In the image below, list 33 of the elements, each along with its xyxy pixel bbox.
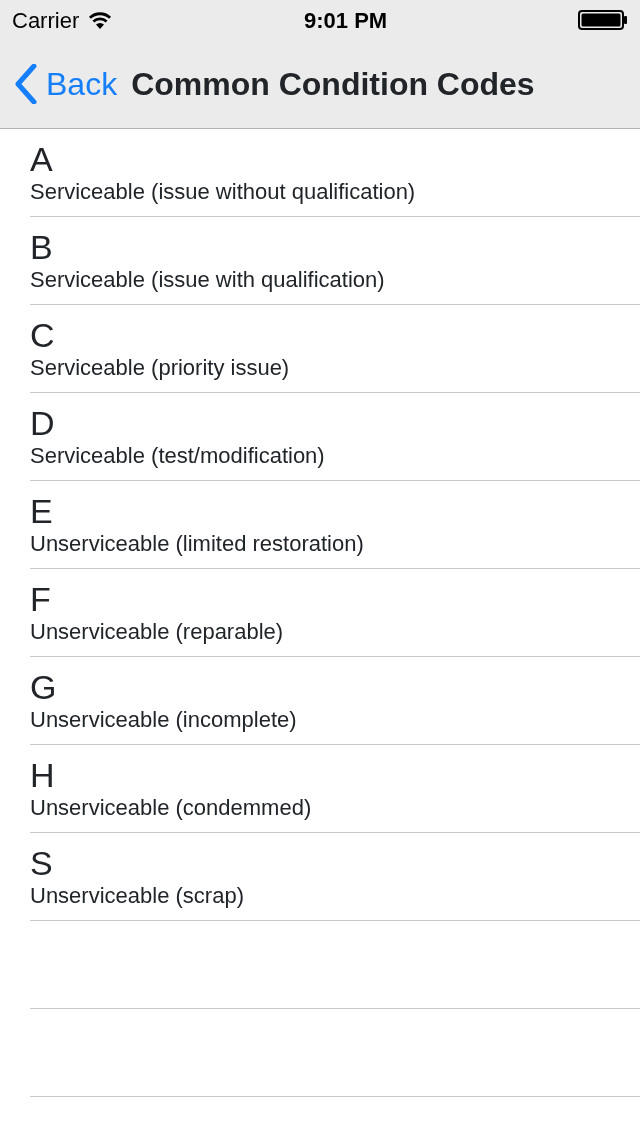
list-row[interactable]: D Serviceable (test/modification) bbox=[30, 393, 640, 481]
list-row[interactable]: C Serviceable (priority issue) bbox=[30, 305, 640, 393]
chevron-left-icon bbox=[14, 64, 38, 104]
condition-code: D bbox=[30, 403, 56, 442]
condition-description: Unserviceable (condemmed) bbox=[30, 793, 313, 822]
list-row[interactable]: F Unserviceable (reparable) bbox=[30, 569, 640, 657]
condition-code: A bbox=[30, 139, 54, 178]
condition-code: F bbox=[30, 579, 52, 618]
list-row[interactable]: G Unserviceable (incomplete) bbox=[30, 657, 640, 745]
battery-icon bbox=[578, 10, 628, 30]
condition-description: Unserviceable (scrap) bbox=[30, 881, 245, 910]
condition-description: Serviceable (test/modification) bbox=[30, 441, 326, 470]
list-row[interactable]: B Serviceable (issue with qualification) bbox=[30, 217, 640, 305]
wifi-icon bbox=[87, 10, 114, 30]
condition-description: Unserviceable (incomplete) bbox=[30, 705, 298, 734]
list-row[interactable]: S Unserviceable (scrap) bbox=[30, 833, 640, 921]
list-row[interactable]: H Unserviceable (condemmed) bbox=[30, 745, 640, 833]
condition-code: S bbox=[30, 843, 54, 882]
condition-code: H bbox=[30, 755, 56, 794]
condition-description: Unserviceable (reparable) bbox=[30, 617, 285, 646]
clock-time: 9:01 PM bbox=[304, 6, 388, 35]
list-row[interactable]: A Serviceable (issue without qualification) bbox=[30, 129, 640, 217]
condition-code: C bbox=[30, 315, 56, 354]
condition-code: B bbox=[30, 227, 54, 266]
condition-description: Unserviceable (limited restoration) bbox=[30, 529, 365, 558]
carrier-name: Carrier bbox=[12, 6, 80, 35]
condition-description: Serviceable (issue without qualification) bbox=[30, 177, 417, 206]
list-row[interactable]: E Unserviceable (limited restoration) bbox=[30, 481, 640, 569]
condition-description: Serviceable (priority issue) bbox=[30, 353, 291, 382]
condition-code: G bbox=[30, 667, 58, 706]
condition-code: E bbox=[30, 491, 54, 530]
screen-title: Common Condition Codes bbox=[131, 65, 535, 104]
condition-description: Serviceable (issue with qualification) bbox=[30, 265, 386, 294]
